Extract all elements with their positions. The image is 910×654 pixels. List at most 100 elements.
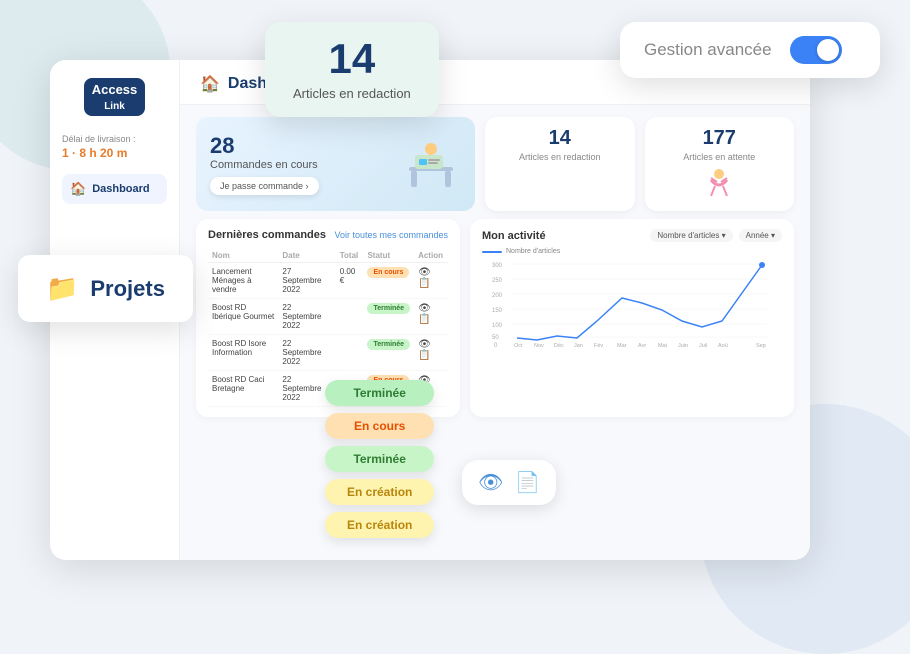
svg-text:Fév: Fév (594, 343, 603, 349)
sidebar-item-dashboard[interactable]: 🏠 Dashboard (62, 174, 167, 204)
cell-date: 27 Septembre 2022 (278, 263, 335, 299)
logo-area: AccessLink (62, 78, 167, 116)
cell-nom: Boost RD Ibérique Gourmet (208, 299, 278, 335)
folder-icon: 📁 (46, 273, 78, 304)
toggle-knob (817, 39, 839, 61)
table-row: Lancement Ménages à vendre27 Septembre 2… (208, 263, 448, 299)
status-badge-encreation2: En création (325, 512, 434, 538)
activity-header: Mon activité Nombre d'articles ▾ Année ▾ (482, 229, 782, 242)
cell-action[interactable]: 👁 📋 (414, 299, 448, 335)
status-badge-encreation1: En création (325, 479, 434, 505)
articles-attente-label: Articles en attente (657, 152, 783, 162)
svg-text:Aoû: Aoû (718, 343, 728, 349)
svg-text:250: 250 (492, 278, 503, 284)
gestion-toggle[interactable] (790, 36, 842, 64)
orders-panel-title: Dernières commandes (208, 229, 326, 241)
gestion-label: Gestion avancée (644, 40, 772, 60)
statuses-column: Terminée En cours Terminée En création E… (325, 380, 434, 538)
filter-annee[interactable]: Année ▾ (739, 229, 782, 242)
svg-text:300: 300 (492, 263, 503, 269)
cell-total (336, 299, 364, 335)
svg-text:Mai: Mai (658, 343, 667, 349)
card-gestion-avancee: Gestion avancée (620, 22, 880, 78)
eye-icon[interactable]: 👁 (478, 470, 503, 495)
card-articles-redaction: 14 Articles en redaction (265, 22, 439, 117)
svg-text:50: 50 (492, 335, 499, 341)
chart-container: Nombre d'articles 300 250 200 150 100 50… (482, 248, 782, 354)
svg-text:200: 200 (492, 293, 503, 299)
cell-statut: En cours (363, 263, 414, 299)
svg-text:Oct: Oct (514, 343, 523, 349)
stats-row: 28 Commandes en cours Je passe commande … (180, 105, 810, 219)
cell-date: 22 Septembre 2022 (278, 335, 335, 371)
action-icons-float: 👁 📄 (462, 460, 556, 505)
articles-redaction-number: 14 (497, 127, 623, 150)
status-badge: En cours (367, 267, 409, 278)
svg-text:100: 100 (492, 323, 503, 329)
svg-text:Juin: Juin (678, 343, 688, 349)
activity-filters: Nombre d'articles ▾ Année ▾ (650, 229, 782, 242)
commandes-info: 28 Commandes en cours Je passe commande … (210, 133, 319, 195)
svg-text:Déc: Déc (554, 343, 564, 349)
articles-redaction-label: Articles en redaction (497, 152, 623, 162)
cell-action[interactable]: 👁 📋 (414, 335, 448, 371)
cell-statut: Terminée (363, 299, 414, 335)
svg-text:Jan: Jan (574, 343, 583, 349)
orders-panel-link[interactable]: Voir toutes mes commandes (334, 230, 448, 240)
status-badge-terminee1: Terminée (325, 380, 434, 406)
delivery-time: 1 · 8 h 20 m (62, 146, 167, 160)
svg-text:Mar: Mar (617, 343, 627, 349)
activity-title: Mon activité (482, 230, 546, 242)
stat-card-articles-attente: 177 Articles en attente (645, 117, 795, 211)
activity-chart-svg: 300 250 200 150 100 50 0 (482, 259, 782, 349)
filter-articles[interactable]: Nombre d'articles ▾ (650, 229, 732, 242)
cell-total: 0.00 € (336, 263, 364, 299)
orders-table-head: Nom Date Total Statut Action (208, 249, 448, 263)
bottom-section: Dernières commandes Voir toutes mes comm… (180, 219, 810, 427)
header-icon: 🏠 (200, 74, 220, 94)
logo-main: AccessLink (84, 78, 146, 116)
file-icon[interactable]: 📄 (515, 470, 540, 495)
cell-action[interactable]: 👁 📋 (414, 263, 448, 299)
delivery-label: Délai de livraison : (62, 134, 167, 144)
col-statut: Statut (363, 249, 414, 263)
col-action: Action (414, 249, 448, 263)
status-badge: Terminée (367, 339, 410, 350)
sidebar-item-label: Dashboard (92, 183, 149, 195)
legend-label: Nombre d'articles (506, 248, 560, 255)
cell-statut: Terminée (363, 335, 414, 371)
person-desk-svg (401, 137, 461, 192)
floating-articles-label: Articles en redaction (293, 86, 411, 101)
stat-card-articles-redaction: 14 Articles en redaction (485, 117, 635, 211)
cell-nom: Boost RD Caci Bretagne (208, 371, 278, 407)
svg-text:Sep: Sep (756, 343, 766, 349)
cell-date: 22 Septembre 2022 (278, 299, 335, 335)
commandes-label: Commandes en cours (210, 159, 319, 171)
activity-panel: Mon activité Nombre d'articles ▾ Année ▾… (470, 219, 794, 417)
svg-text:Nov: Nov (534, 343, 544, 349)
table-row: Boost RD Ibérique Gourmet22 Septembre 20… (208, 299, 448, 335)
articles-attente-number: 177 (657, 127, 783, 150)
col-total: Total (336, 249, 364, 263)
card-projets[interactable]: 📁 Projets (18, 255, 193, 322)
svg-text:Avr: Avr (638, 343, 646, 349)
jump-person-svg (699, 168, 739, 196)
cell-nom: Lancement Ménages à vendre (208, 263, 278, 299)
col-nom: Nom (208, 249, 278, 263)
stat-card-commandes: 28 Commandes en cours Je passe commande … (196, 117, 475, 211)
chart-legend: Nombre d'articles (482, 248, 782, 255)
legend-line (482, 251, 502, 253)
svg-text:150: 150 (492, 308, 503, 314)
cell-total (336, 335, 364, 371)
svg-text:Juil: Juil (699, 343, 707, 349)
table-row: Boost RD Isore Information22 Septembre 2… (208, 335, 448, 371)
cta-button[interactable]: Je passe commande › (210, 177, 319, 195)
status-badge-terminee2: Terminée (325, 446, 434, 472)
commandes-number: 28 (210, 133, 319, 159)
person-illustration (401, 137, 461, 192)
cell-nom: Boost RD Isore Information (208, 335, 278, 371)
orders-panel-header: Dernières commandes Voir toutes mes comm… (208, 229, 448, 241)
projets-label: Projets (90, 276, 165, 302)
status-badge: Terminée (367, 303, 410, 314)
status-badge-encours1: En cours (325, 413, 434, 439)
